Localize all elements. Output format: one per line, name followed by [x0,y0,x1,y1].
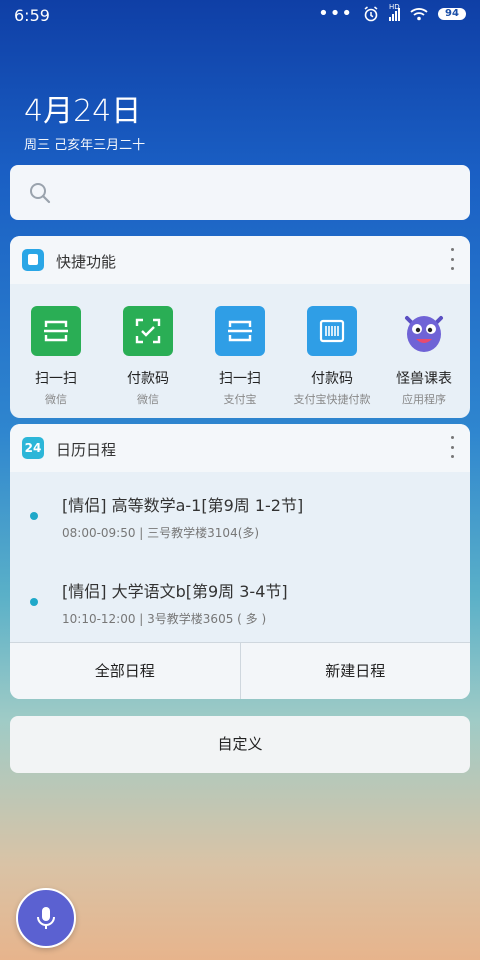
status-time: 6:59 [14,6,50,25]
event-title: [情侣] 高等数学a-1[第9周 1-2节] [62,496,304,515]
network-type-label: HD [389,3,400,11]
quick-functions-title: 快捷功能 [56,253,117,271]
scan-icon [215,306,265,356]
event-title: [情侣] 大学语文b[第9周 3-4节] [62,582,288,601]
more-options-icon[interactable] [448,248,456,270]
quick-functions-icon [22,249,44,271]
calendar-event[interactable]: [情侣] 大学语文b[第9周 3-4节] 10:10-12:00 | 3号教学楼… [10,558,470,644]
quick-item-sub: 微信 [137,393,159,406]
alarm-icon [364,6,378,22]
calendar-actions: 全部日程 新建日程 [10,642,470,699]
quick-item-monster-schedule[interactable]: 怪兽课表 应用程序 [378,306,470,407]
pay-code-icon [123,306,173,356]
search-icon [30,183,51,204]
quick-item-wechat-pay[interactable]: 付款码 微信 [102,306,194,407]
quick-item-label: 怪兽课表 [396,371,452,387]
quick-item-label: 付款码 [127,371,169,387]
calendar-icon: 24 [22,437,44,459]
battery-icon: 94 [438,8,466,20]
wifi-icon [410,8,428,21]
calendar-header: 24 日历日程 [10,424,470,472]
signal-icon: HD [389,3,400,21]
monster-icon [399,306,449,356]
lunar-date: 周三 己亥年三月二十 [24,138,146,153]
voice-assistant-button[interactable] [16,888,76,948]
quick-item-label: 扫一扫 [219,371,261,387]
status-bar: 6:59 ••• HD 94 [0,0,480,32]
quick-item-label: 扫一扫 [35,371,77,387]
customize-button[interactable]: 自定义 [10,716,470,773]
quick-item-label: 付款码 [311,371,353,387]
quick-functions-header: 快捷功能 [10,236,470,284]
calendar-card: 24 日历日程 [情侣] 高等数学a-1[第9周 1-2节] 08:00-09:… [10,424,470,699]
all-schedules-button[interactable]: 全部日程 [10,643,241,699]
scan-icon [31,306,81,356]
more-notifications-icon: ••• [318,3,353,24]
quick-item-sub: 支付宝 [223,393,257,406]
new-schedule-button[interactable]: 新建日程 [241,643,471,699]
barcode-icon [307,306,357,356]
date-widget[interactable]: 4月24日 周三 己亥年三月二十 [24,86,145,153]
event-info: 08:00-09:50 | 三号教学楼3104(多) [62,526,260,540]
calendar-event[interactable]: [情侣] 高等数学a-1[第9周 1-2节] 08:00-09:50 | 三号教… [10,472,470,558]
quick-item-sub: 微信 [45,393,67,406]
quick-item-alipay-scan[interactable]: 扫一扫 支付宝 [194,306,286,407]
status-icons: ••• HD 94 [318,3,466,24]
event-dot-icon [30,598,38,606]
search-bar[interactable] [10,165,470,220]
microphone-icon [37,907,55,929]
calendar-title: 日历日程 [56,441,117,459]
quick-item-sub: 应用程序 [402,393,446,406]
quick-item-sub: 支付宝快捷付款 [293,393,371,406]
event-info: 10:10-12:00 | 3号教学楼3605 ( 多 ) [62,612,267,626]
quick-functions-list: 扫一扫 微信 付款码 微信 扫一扫 支付宝 付款码 支付宝快捷付款 怪兽课表 应… [10,284,470,407]
quick-item-wechat-scan[interactable]: 扫一扫 微信 [10,306,102,407]
date-main: 4月24日 [24,94,142,129]
quick-item-alipay-pay[interactable]: 付款码 支付宝快捷付款 [286,306,378,407]
more-options-icon[interactable] [448,436,456,458]
event-dot-icon [30,512,38,520]
quick-functions-card: 快捷功能 扫一扫 微信 付款码 微信 扫一扫 支付宝 付款码 支付宝快捷付款 怪… [10,236,470,418]
